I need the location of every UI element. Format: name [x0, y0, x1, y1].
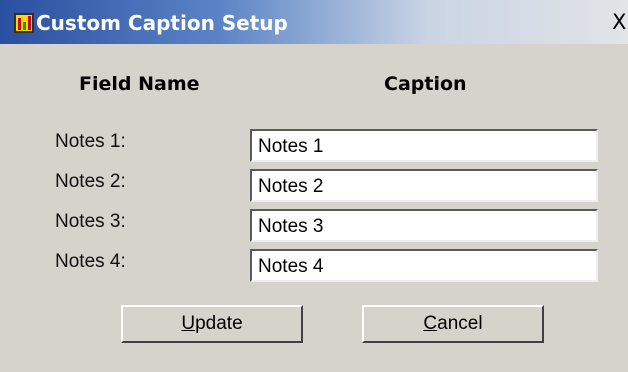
notes-4-caption-input[interactable]: Notes 4 — [250, 249, 598, 282]
cancel-mnemonic: C — [423, 313, 438, 334]
notes-3-caption-input[interactable]: Notes 3 — [250, 209, 598, 242]
icon-bar — [18, 18, 21, 30]
close-icon[interactable]: X — [612, 10, 628, 34]
notes-2-label: Notes 2: — [55, 171, 126, 192]
icon-bar — [28, 16, 31, 30]
caption-header: Caption — [384, 73, 467, 95]
notes-1-caption-input[interactable]: Notes 1 — [250, 129, 598, 162]
update-button[interactable]: Update — [121, 305, 303, 343]
cancel-button[interactable]: Cancel — [362, 305, 544, 343]
cancel-label: ancel — [437, 313, 483, 334]
notes-2-caption-input[interactable]: Notes 2 — [250, 169, 598, 202]
icon-bar — [23, 22, 26, 30]
update-label: pdate — [195, 313, 243, 334]
custom-caption-setup-dialog: Custom Caption Setup X Field Name Captio… — [0, 0, 628, 372]
window-title: Custom Caption Setup — [36, 11, 288, 35]
notes-3-label: Notes 3: — [55, 211, 126, 232]
update-mnemonic: U — [181, 313, 196, 334]
field-name-header: Field Name — [79, 73, 200, 95]
bar-chart-icon[interactable] — [14, 13, 34, 33]
notes-1-label: Notes 1: — [55, 131, 126, 152]
title-bar[interactable]: Custom Caption Setup X — [0, 0, 628, 44]
notes-4-label: Notes 4: — [55, 251, 126, 272]
